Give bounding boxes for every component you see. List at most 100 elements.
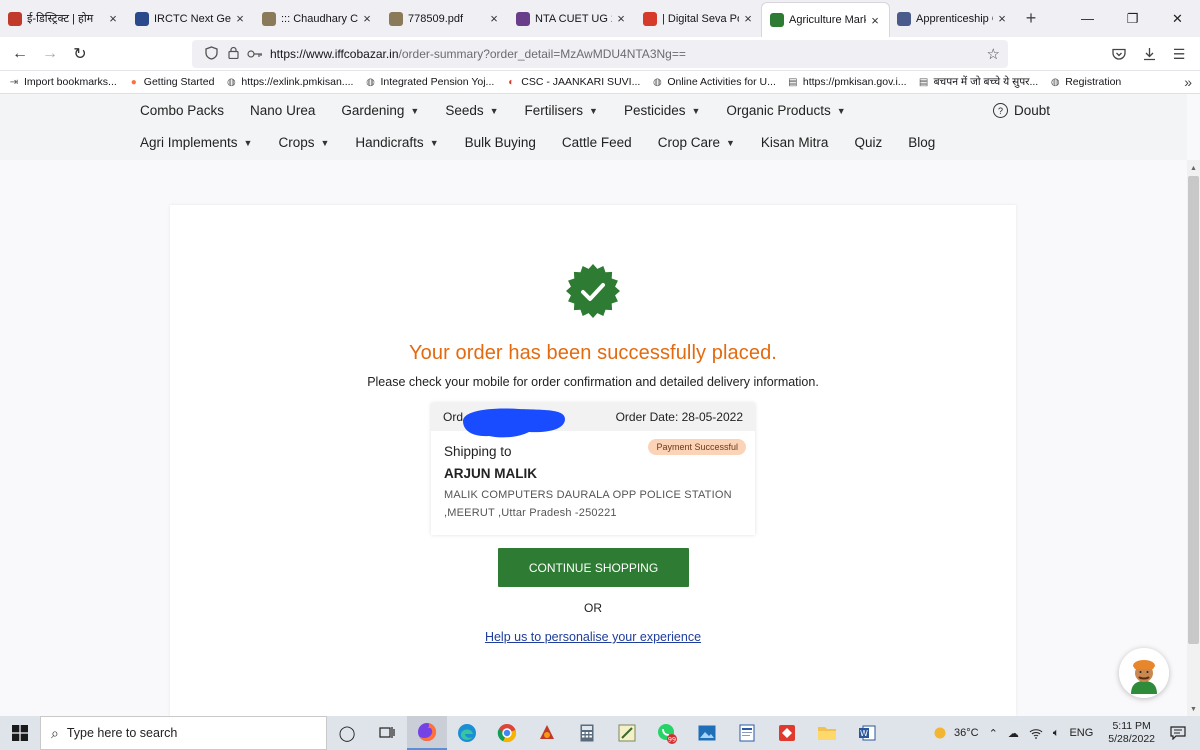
document-taskbar-icon[interactable] — [727, 716, 767, 750]
bookmark-label: Getting Started — [143, 76, 215, 88]
nav-link[interactable]: Combo Packs — [140, 103, 224, 118]
nav-link[interactable]: Pesticides ▼ — [624, 103, 700, 118]
nav-link[interactable]: Kisan Mitra — [761, 135, 829, 150]
notification-badge: 99 — [668, 735, 676, 743]
nav-link[interactable]: Seeds ▼ — [445, 103, 498, 118]
continue-shopping-button[interactable]: CONTINUE SHOPPING — [498, 548, 689, 587]
nav-link[interactable]: Handicrafts ▼ — [355, 135, 438, 150]
volume-icon[interactable]: 🔈︎ — [1053, 727, 1060, 740]
nav-link[interactable]: Fertilisers ▼ — [525, 103, 598, 118]
whatsapp-taskbar-icon[interactable]: 99 — [647, 716, 687, 750]
personalise-experience-link[interactable]: Help us to personalise your experience — [170, 630, 1016, 644]
bookmark-label: Integrated Pension Yoj... — [380, 76, 495, 88]
site-nav-row-1: Combo Packs Nano Urea Gardening ▼ Seeds ▼ Fert… — [140, 103, 872, 118]
bookmark-item[interactable]: ▤ बचपन में जो बच्चे ये सुपर... — [918, 75, 1038, 89]
bookmark-item[interactable]: ◍ Integrated Pension Yoj... — [364, 76, 494, 88]
browser-tab[interactable]: ई-डिस्ट्रिक्ट | होम × — [0, 0, 127, 37]
scroll-down-arrow-icon[interactable]: ▼ — [1187, 702, 1200, 716]
nav-link[interactable]: Organic Products ▼ — [726, 103, 845, 118]
anydesk-taskbar-icon[interactable] — [767, 716, 807, 750]
nav-link[interactable]: Nano Urea — [250, 103, 315, 118]
url-text[interactable]: https://www.iffcobazar.in/order-summary?… — [270, 47, 686, 61]
new-tab-button[interactable]: + — [1016, 0, 1046, 37]
restore-window-icon[interactable]: ❐ — [1110, 0, 1155, 37]
bookmark-item[interactable]: ◐ CSC - JAANKARI SUVI... — [505, 76, 640, 88]
windows-start-icon[interactable] — [0, 716, 40, 750]
forward-button[interactable]: → — [35, 39, 65, 69]
close-tab-icon[interactable]: × — [996, 11, 1008, 26]
chrome-taskbar-icon[interactable] — [487, 716, 527, 750]
nav-link[interactable]: Cattle Feed — [562, 135, 632, 150]
bookmark-star-icon[interactable]: ☆ — [987, 45, 1000, 63]
bookmark-item[interactable]: ◍ https://exlink.pmkisan.... — [225, 76, 353, 88]
close-tab-icon[interactable]: × — [361, 11, 373, 26]
nav-link[interactable]: Crop Care ▼ — [658, 135, 735, 150]
taskbar-search-box[interactable]: ⌕ Type here to search — [40, 716, 327, 750]
back-button[interactable]: ← — [5, 39, 35, 69]
bookmark-item[interactable]: ⇥ Import bookmarks... — [8, 76, 117, 88]
kisan-mitra-chat-button[interactable] — [1119, 648, 1169, 698]
irctc-icon — [135, 11, 149, 26]
pocket-icon[interactable] — [1104, 39, 1134, 69]
nav-link[interactable]: Agri Implements ▼ — [140, 135, 252, 150]
weather-temp: 36°C — [954, 727, 979, 739]
task-view-icon[interactable] — [367, 716, 407, 750]
scroll-up-arrow-icon[interactable]: ▲ — [1187, 161, 1200, 175]
close-tab-icon[interactable]: × — [742, 11, 754, 26]
calculator-taskbar-icon[interactable] — [567, 716, 607, 750]
nav-link-label: Kisan Mitra — [760, 135, 829, 150]
bookmark-item[interactable]: ● Getting Started — [128, 76, 215, 88]
cortana-icon[interactable]: ◯ — [327, 716, 367, 750]
close-tab-icon[interactable]: × — [615, 11, 627, 26]
scrollbar-thumb[interactable] — [1188, 176, 1199, 644]
address-bar[interactable]: https://www.iffcobazar.in/order-summary?… — [192, 40, 1008, 68]
edge-taskbar-icon[interactable] — [447, 716, 487, 750]
bookmark-label: https://exlink.pmkisan.... — [241, 76, 354, 88]
minimize-window-icon[interactable]: — — [1065, 0, 1110, 37]
close-tab-icon[interactable]: × — [869, 13, 881, 28]
nav-link[interactable]: Crops ▼ — [278, 135, 329, 150]
language-indicator[interactable]: ENG — [1069, 727, 1093, 739]
weather-widget[interactable]: 36°C — [931, 725, 979, 741]
browser-tab[interactable]: 778509.pdf × — [381, 0, 508, 37]
browser-tab[interactable]: Agriculture Marke× — [762, 3, 889, 37]
show-hidden-icons-chevron-icon[interactable]: ⌃ — [989, 727, 998, 740]
firefox-taskbar-icon[interactable] — [407, 716, 447, 750]
word-taskbar-icon[interactable]: W — [847, 716, 887, 750]
browser-tab[interactable]: ::: Chaudhary Cha× — [254, 0, 381, 37]
address-line-2: ,MEERUT ,Uttar Pradesh -250221 — [444, 507, 617, 519]
browser-tab[interactable]: IRCTC Next Genera× — [127, 0, 254, 37]
doubt-link[interactable]: ? Doubt — [992, 103, 1050, 118]
photos-taskbar-icon[interactable] — [687, 716, 727, 750]
clock[interactable]: 5:11 PM 5/28/2022 — [1108, 720, 1155, 746]
cloud-icon[interactable]: ☁ — [1008, 727, 1019, 740]
bookmarks-overflow-icon[interactable]: » — [1184, 74, 1192, 90]
shield-icon[interactable] — [200, 45, 222, 63]
nav-link[interactable]: Quiz — [854, 135, 882, 150]
or-separator: OR — [584, 601, 602, 615]
app-taskbar-icon[interactable] — [527, 716, 567, 750]
close-tab-icon[interactable]: × — [488, 11, 500, 26]
nav-link[interactable]: Blog — [908, 135, 935, 150]
bookmark-item[interactable]: ◍ Registration — [1049, 76, 1121, 88]
browser-tab[interactable]: | Digital Seva Porta× — [635, 0, 762, 37]
bookmark-item[interactable]: ▤ https://pmkisan.gov.i... — [787, 76, 906, 88]
notifications-icon[interactable] — [1170, 726, 1186, 740]
close-window-icon[interactable]: ✕ — [1155, 0, 1200, 37]
browser-tab[interactable]: Apprenticeship Op× — [889, 0, 1016, 37]
bookmark-item[interactable]: ◍ Online Activities for U... — [651, 76, 776, 88]
menu-icon[interactable]: ☰ — [1164, 39, 1194, 69]
close-tab-icon[interactable]: × — [107, 11, 119, 26]
downloads-icon[interactable] — [1134, 39, 1164, 69]
lock-icon[interactable] — [222, 46, 244, 62]
notes-taskbar-icon[interactable] — [607, 716, 647, 750]
file-explorer-taskbar-icon[interactable] — [807, 716, 847, 750]
permissions-key-icon[interactable] — [244, 47, 266, 62]
reload-button[interactable]: ↻ — [65, 39, 95, 69]
wifi-icon[interactable] — [1029, 728, 1043, 739]
nav-link[interactable]: Gardening ▼ — [341, 103, 419, 118]
nav-link[interactable]: Bulk Buying — [465, 135, 536, 150]
browser-tab[interactable]: NTA CUET UG 2022× — [508, 0, 635, 37]
taskbar-search-placeholder: Type here to search — [66, 726, 178, 740]
close-tab-icon[interactable]: × — [234, 11, 246, 26]
